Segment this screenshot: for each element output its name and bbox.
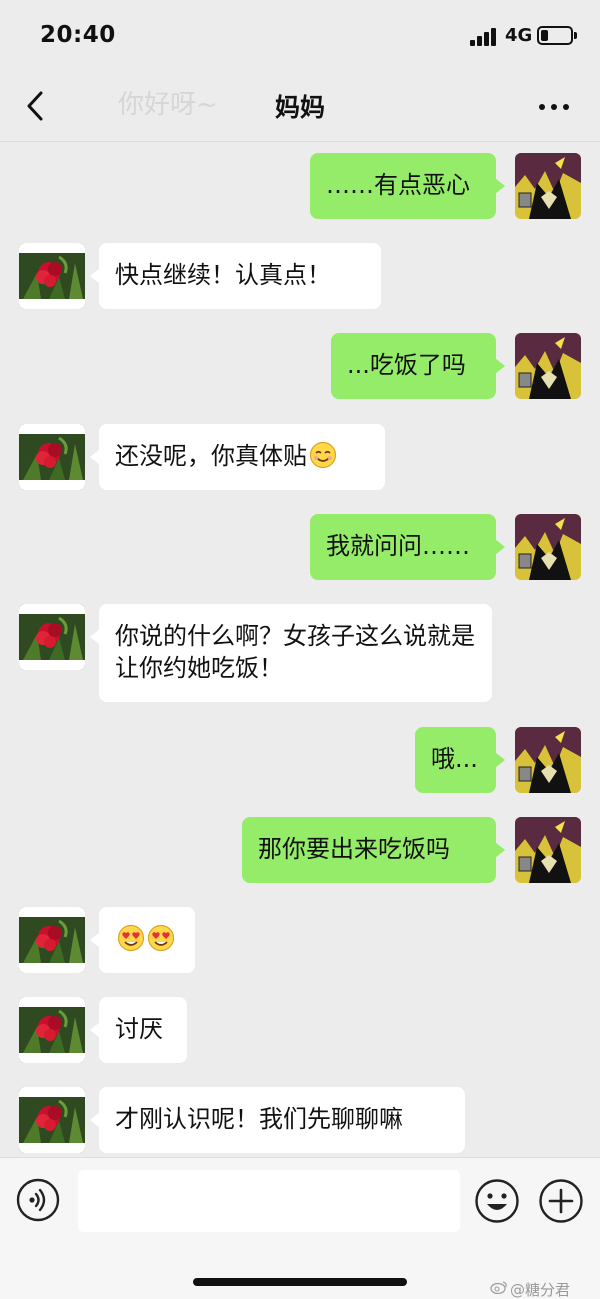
weibo-logo-icon — [490, 1281, 507, 1294]
more-icon[interactable] — [534, 94, 574, 118]
heart-eyes-emoji-icon — [117, 924, 145, 952]
message-bubble-received[interactable] — [90, 907, 195, 973]
status-bar: 20:40 4G — [0, 0, 600, 70]
message-bubble-received[interactable]: 还没呢，你真体贴 — [90, 424, 385, 490]
status-time: 20:40 — [40, 22, 116, 48]
message-bubble-received[interactable]: 快点继续！认真点！ — [90, 243, 381, 309]
my-avatar[interactable] — [515, 153, 581, 219]
heart-eyes-emoji-icon — [147, 924, 175, 952]
contact-avatar[interactable] — [19, 907, 85, 973]
message-text: 讨厌 — [115, 1015, 163, 1043]
message-text: 快点继续！认真点！ — [115, 261, 331, 289]
message-text: 还没呢，你真体贴 — [115, 442, 307, 470]
message-bubble-sent[interactable]: 哦... — [415, 727, 505, 793]
message-text: 你说的什么啊？女孩子这么说就是让你约她吃饭！ — [115, 622, 475, 682]
chat-title: 妈妈 — [274, 93, 325, 122]
contact-avatar[interactable] — [19, 243, 85, 309]
message-bubble-received[interactable]: 才刚认识呢！我们先聊聊嘛 — [90, 1087, 465, 1153]
voice-icon[interactable] — [16, 1178, 60, 1222]
signal-icon — [470, 28, 498, 46]
message-bubble-sent[interactable]: ...吃饭了吗 — [331, 333, 505, 399]
watermark-text: @糖分君 — [510, 1281, 571, 1299]
contact-avatar[interactable] — [19, 604, 85, 670]
contact-avatar[interactable] — [19, 1087, 85, 1153]
emoji-face-icon[interactable] — [474, 1178, 520, 1224]
input-bar — [0, 1157, 600, 1299]
message-bubble-sent[interactable]: 那你要出来吃饭吗 — [242, 817, 505, 883]
my-avatar[interactable] — [515, 514, 581, 580]
message-bubble-received[interactable]: 你说的什么啊？女孩子这么说就是让你约她吃饭！ — [90, 604, 492, 702]
contact-avatar[interactable] — [19, 424, 85, 490]
message-text: 我就问问…… — [326, 532, 470, 560]
my-avatar[interactable] — [515, 817, 581, 883]
plus-icon[interactable] — [538, 1178, 584, 1224]
message-text: 那你要出来吃饭吗 — [258, 835, 450, 863]
message-input[interactable] — [78, 1170, 460, 1232]
my-avatar[interactable] — [515, 727, 581, 793]
smiling-face-emoji-icon — [309, 441, 337, 469]
chat-header: 你好呀~ 妈妈 — [0, 70, 600, 142]
message-text: 哦... — [431, 745, 478, 773]
message-text: ……有点恶心 — [326, 171, 470, 199]
network-type: 4G — [505, 25, 533, 46]
message-bubble-sent[interactable]: 我就问问…… — [310, 514, 505, 580]
message-text: 才刚认识呢！我们先聊聊嘛 — [115, 1105, 403, 1133]
message-text: ...吃饭了吗 — [347, 351, 466, 379]
battery-icon — [537, 26, 577, 45]
my-avatar[interactable] — [515, 333, 581, 399]
message-bubble-sent[interactable]: ……有点恶心 — [310, 153, 505, 219]
contact-avatar[interactable] — [19, 997, 85, 1063]
home-indicator[interactable] — [193, 1278, 407, 1286]
message-bubble-received[interactable]: 讨厌 — [90, 997, 187, 1063]
